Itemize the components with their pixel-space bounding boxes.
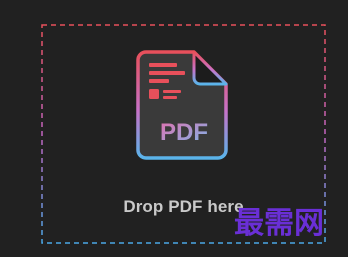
- pdf-upload-page: PDF Drop PDF here 最需网: [0, 0, 348, 257]
- pdf-icon-label: PDF: [160, 119, 208, 146]
- watermark-logo: 最需网: [234, 206, 324, 241]
- pdf-file-icon: PDF: [136, 50, 228, 160]
